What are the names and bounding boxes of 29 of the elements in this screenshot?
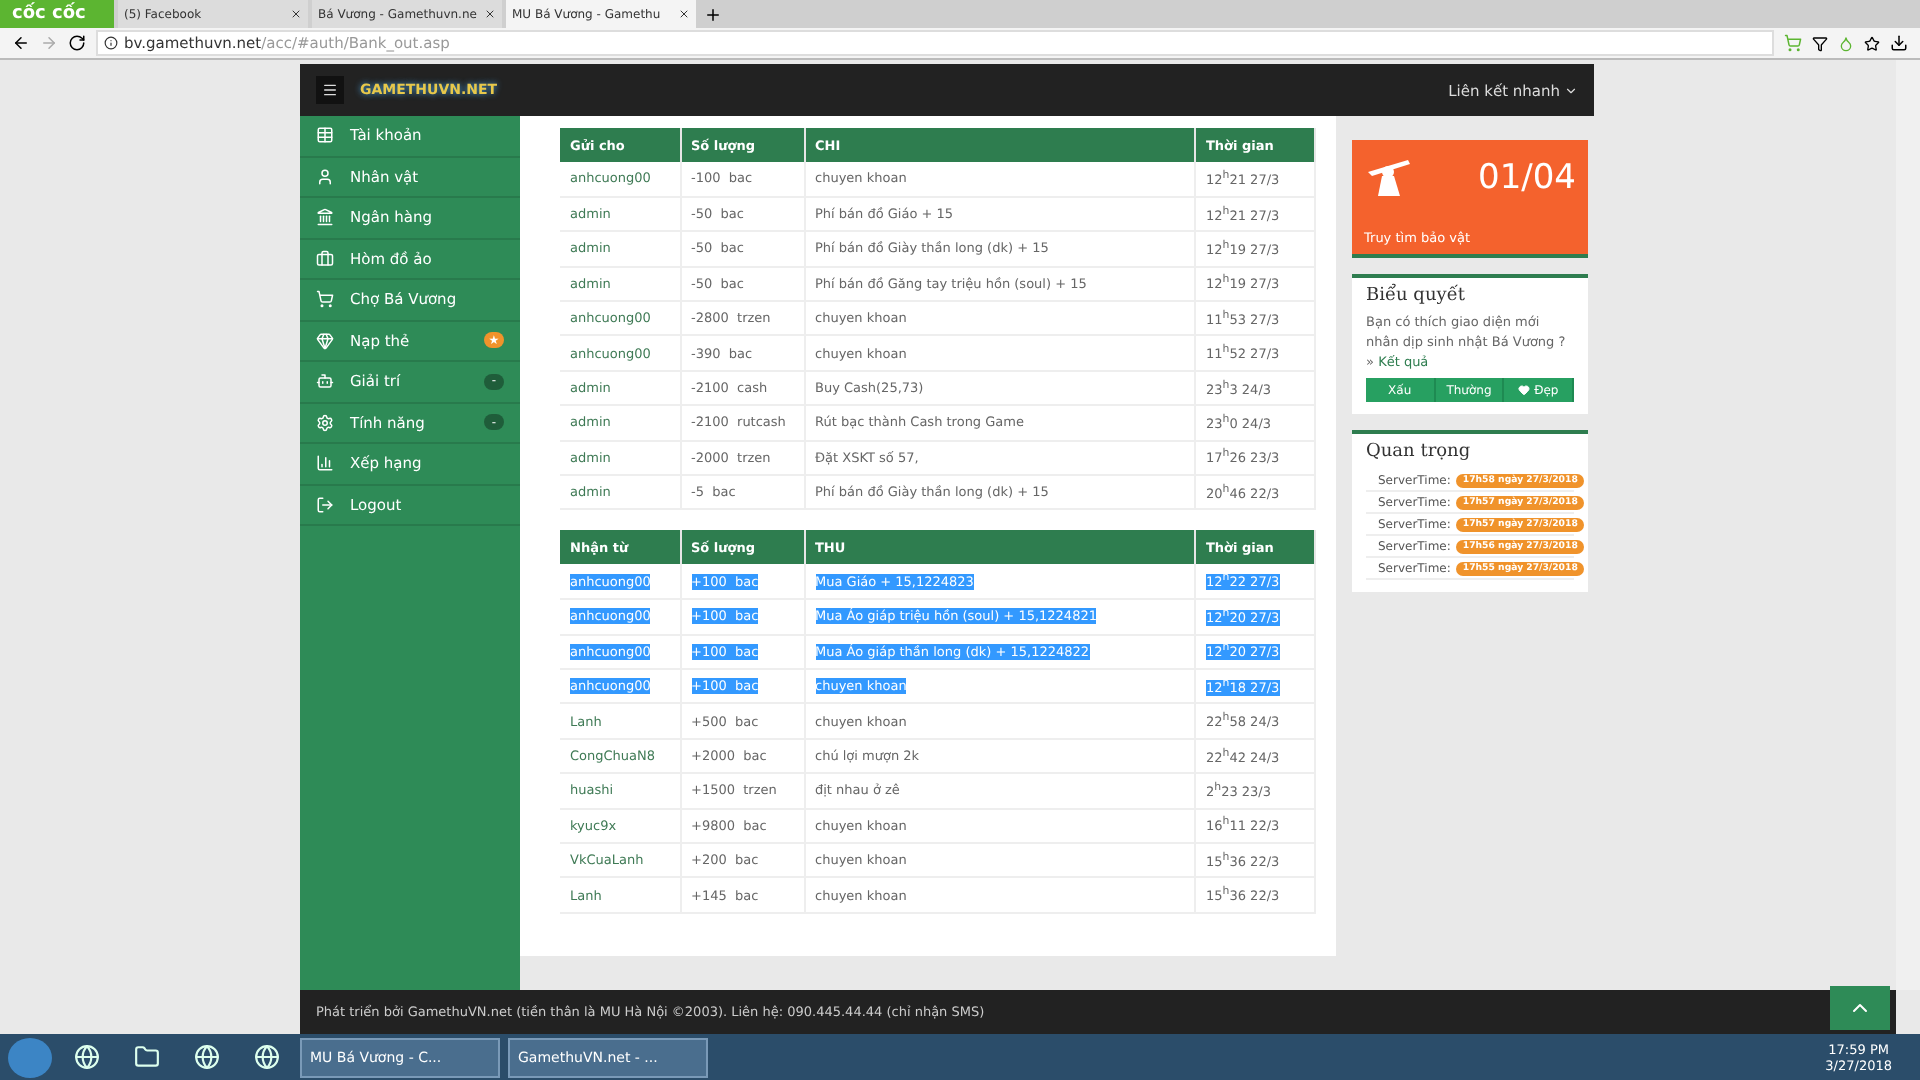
important-title: Quan trọng: [1366, 442, 1473, 463]
filter-icon[interactable]: [1812, 35, 1828, 51]
download-icon[interactable]: [1890, 34, 1908, 52]
heart-icon: [1518, 384, 1531, 397]
close-icon[interactable]: [290, 8, 302, 20]
back-icon[interactable]: [12, 34, 30, 52]
reload-icon[interactable]: [68, 34, 86, 52]
menu-item-icon: [316, 495, 334, 514]
close-icon[interactable]: [484, 8, 496, 20]
poll-title: Biểu quyết: [1366, 286, 1467, 306]
menu-item-icon: [316, 331, 334, 350]
menu-item-icon: [316, 249, 334, 268]
new-tab-icon[interactable]: [704, 5, 722, 23]
menu-item-icon: [316, 290, 334, 309]
menu-icon[interactable]: [316, 76, 344, 104]
scrollbar[interactable]: [1896, 60, 1920, 990]
browser-logo[interactable]: cốc cốc: [0, 0, 114, 28]
menu-item-icon: [316, 126, 334, 145]
caret-icon: [1564, 83, 1578, 97]
menu-item-icon: [316, 167, 334, 186]
menu-item-icon: [316, 454, 334, 473]
start-button[interactable]: [8, 1037, 52, 1077]
menu-item-icon: [316, 413, 334, 432]
info-icon[interactable]: [104, 36, 118, 50]
close-icon[interactable]: [678, 8, 690, 20]
star-icon[interactable]: [1864, 35, 1880, 51]
treasure-count: 01/04: [1478, 158, 1576, 198]
menu-item-icon: [316, 372, 334, 391]
menu-item-icon: [316, 208, 334, 227]
